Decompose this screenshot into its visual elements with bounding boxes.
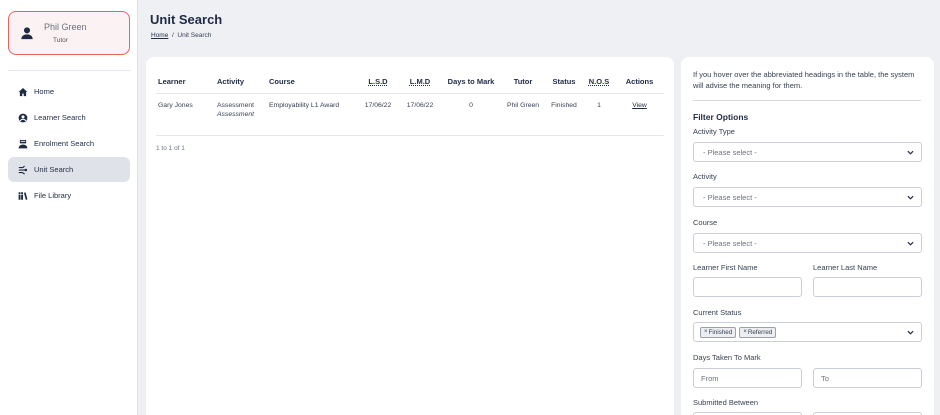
breadcrumb-home-link[interactable]: Home [151, 32, 168, 39]
activity-type-select[interactable]: - Please select - [693, 142, 922, 162]
filter-divider [693, 100, 921, 101]
sidebar-item-home[interactable]: Home [8, 79, 130, 104]
sidebar-item-unit-search[interactable]: Unit Search [8, 157, 130, 182]
info-text: If you hover over the abbreviated headin… [693, 70, 915, 90]
learner-first-name-label: Learner First Name [693, 263, 758, 272]
cell-lmd: 17/06/22 [399, 93, 441, 136]
sidebar-item-label: Home [34, 87, 55, 96]
course-select[interactable]: - Please select - [693, 233, 922, 253]
user-icon [21, 27, 33, 40]
remove-tag-icon[interactable]: × [704, 329, 708, 335]
table-row: Gary Jones Assessment Assessment Employab… [156, 93, 664, 136]
learner-last-name-input[interactable] [813, 277, 922, 297]
cell-activity: Assessment Assessment [215, 93, 267, 136]
chevron-down-icon [907, 195, 914, 200]
current-status-select[interactable]: × Finished × Referred [693, 322, 922, 342]
header-nos[interactable]: N.O.S [583, 71, 615, 93]
sidebar-item-label: Enrolment Search [34, 139, 95, 148]
learner-last-name-label: Learner Last Name [813, 263, 878, 272]
breadcrumb-current: Unit Search [177, 32, 212, 39]
header-lmd[interactable]: L.M.D [399, 71, 441, 93]
sidebar-item-label: File Library [34, 191, 72, 200]
status-tag-finished[interactable]: × Finished [700, 326, 737, 338]
library-icon [18, 191, 28, 200]
sidebar-item-label: Unit Search [34, 165, 74, 174]
sidebar-item-file-library[interactable]: File Library [8, 183, 130, 208]
current-status-label: Current Status [693, 308, 742, 317]
activity-type-label: Activity Type [693, 127, 735, 136]
cell-tutor: Phil Green [501, 93, 545, 136]
header-status[interactable]: Status [545, 71, 583, 93]
breadcrumb: Home / Unit Search [151, 32, 211, 39]
unit-icon [18, 165, 28, 174]
header-tutor[interactable]: Tutor [501, 71, 545, 93]
activity-select[interactable]: - Please select - [693, 187, 922, 207]
pagination-info: 1 to 1 of 1 [156, 145, 185, 152]
activity-label: Activity [693, 172, 717, 181]
sidebar: Phil Green Tutor Home Learner Search Enr… [0, 0, 138, 415]
cell-status: Finished [545, 93, 583, 136]
header-activity[interactable]: Activity [215, 71, 267, 93]
filter-title: Filter Options [693, 112, 749, 122]
header-course[interactable]: Course [267, 71, 357, 93]
remove-tag-icon[interactable]: × [743, 329, 747, 335]
days-from-input[interactable]: From [693, 368, 802, 388]
header-learner[interactable]: Learner [156, 71, 215, 93]
cell-days-to-mark: 0 [441, 93, 501, 136]
results-table: Learner Activity Course L.S.D L.M.D Days… [156, 71, 664, 136]
submitted-between-label: Submitted Between [693, 398, 759, 407]
graduation-icon [18, 139, 28, 148]
days-to-input[interactable]: To [813, 368, 922, 388]
page-title: Unit Search [150, 12, 223, 27]
sidebar-divider [8, 70, 130, 71]
cell-lsd: 17/06/22 [357, 93, 399, 136]
status-tag-referred[interactable]: × Referred [739, 326, 777, 338]
cell-activity-sub: Assessment [217, 110, 255, 118]
filter-panel: If you hover over the abbreviated headin… [681, 57, 934, 415]
user-circle-icon [18, 113, 28, 122]
table-header-row: Learner Activity Course L.S.D L.M.D Days… [156, 71, 664, 93]
header-days-to-mark[interactable]: Days to Mark [441, 71, 501, 93]
header-lsd[interactable]: L.S.D [357, 71, 399, 93]
user-name: Phil Green [44, 22, 87, 32]
chevron-down-icon [907, 330, 914, 335]
cell-learner: Gary Jones [156, 93, 215, 136]
sidebar-item-learner-search[interactable]: Learner Search [8, 105, 130, 130]
breadcrumb-separator: / [171, 32, 174, 39]
course-label: Course [693, 218, 718, 227]
home-icon [18, 87, 28, 96]
cell-course: Employability L1 Award [267, 93, 357, 136]
header-actions: Actions [625, 77, 654, 87]
learner-first-name-input[interactable] [693, 277, 802, 297]
days-taken-label: Days Taken To Mark [693, 353, 761, 362]
user-role: Tutor [53, 37, 68, 44]
user-card[interactable]: Phil Green Tutor [8, 11, 130, 55]
sidebar-item-enrolment-search[interactable]: Enrolment Search [8, 131, 130, 156]
results-card: Learner Activity Course L.S.D L.M.D Days… [146, 57, 674, 415]
view-link[interactable]: View [632, 102, 647, 109]
cell-actions: View [615, 93, 664, 136]
sidebar-item-label: Learner Search [34, 113, 86, 122]
cell-nos: 1 [583, 93, 615, 136]
chevron-down-icon [907, 150, 914, 155]
chevron-down-icon [907, 241, 914, 246]
